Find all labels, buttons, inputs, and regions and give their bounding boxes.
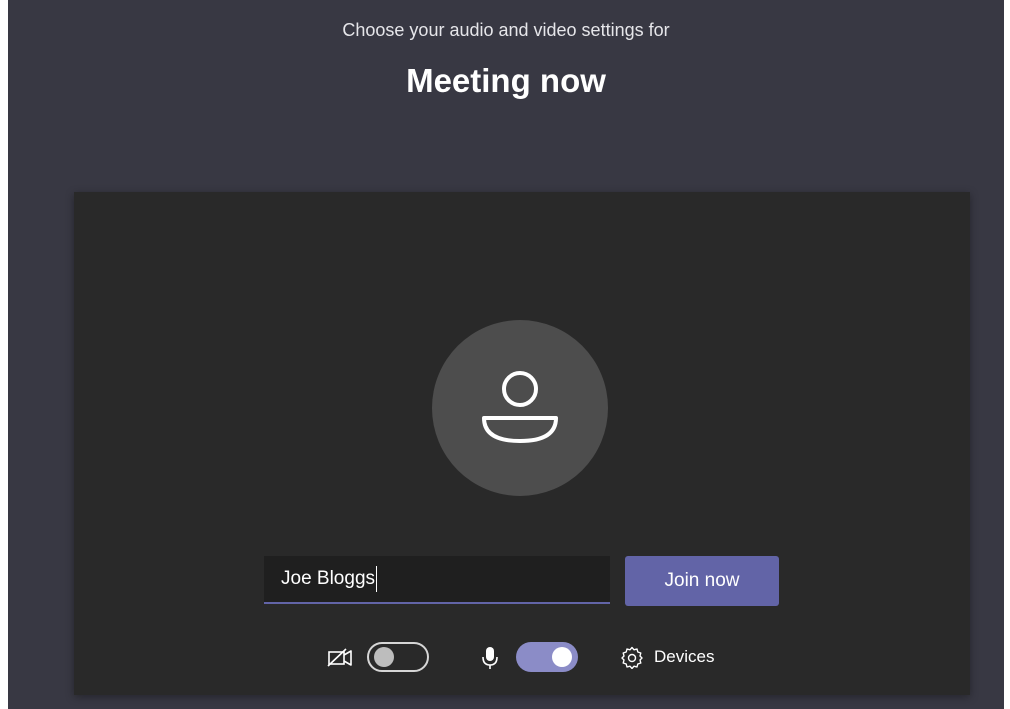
- person-icon: [482, 371, 558, 443]
- microphone-toggle[interactable]: [516, 642, 578, 672]
- camera-toggle[interactable]: [367, 642, 429, 672]
- join-now-button[interactable]: Join now: [625, 556, 779, 606]
- name-input-value: Joe Bloggs: [281, 568, 376, 589]
- video-preview-panel: Joe Bloggs Join now Devices: [74, 192, 970, 695]
- microphone-icon: [479, 640, 501, 679]
- avatar: [432, 320, 608, 496]
- text-caret: [376, 566, 378, 592]
- name-input[interactable]: Joe Bloggs: [264, 556, 610, 604]
- camera-off-icon: [326, 640, 354, 679]
- meeting-prejoin-screen: Choose your audio and video settings for…: [8, 0, 1004, 709]
- microphone-toggle-knob: [552, 647, 572, 667]
- devices-button[interactable]: Devices: [620, 640, 714, 674]
- devices-label: Devices: [654, 647, 715, 666]
- settings-subtitle: Choose your audio and video settings for: [342, 20, 670, 40]
- device-controls: Devices: [74, 640, 970, 674]
- camera-toggle-knob: [374, 647, 394, 667]
- meeting-title: Meeting now: [406, 62, 606, 99]
- gear-icon: [621, 646, 643, 669]
